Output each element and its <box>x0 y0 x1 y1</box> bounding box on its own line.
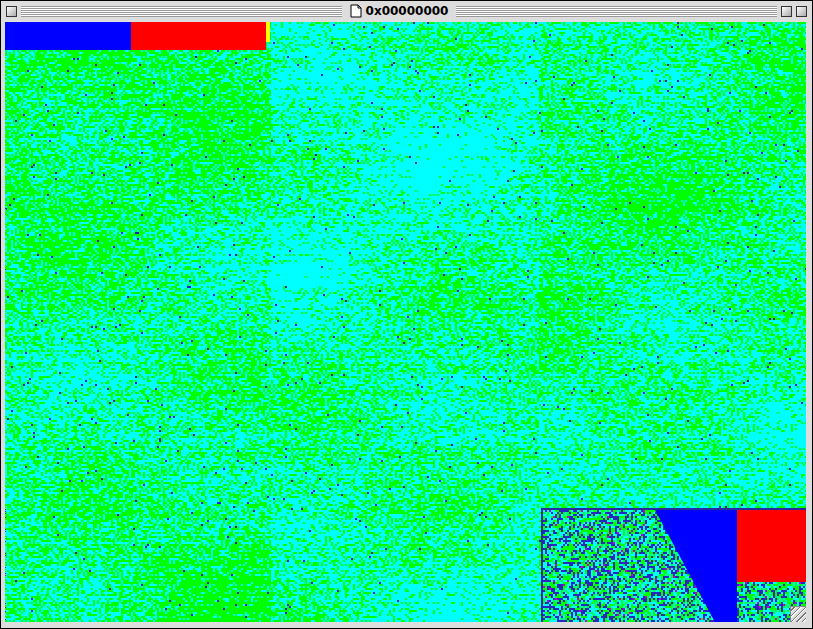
memory-block <box>737 510 806 582</box>
zoom-box[interactable] <box>781 6 792 17</box>
memory-window: 0x00000000 <box>0 0 813 629</box>
resize-grip-icon[interactable] <box>790 606 806 622</box>
memory-block <box>5 22 131 50</box>
title-bar[interactable]: 0x00000000 <box>1 1 812 21</box>
memory-block <box>131 22 266 50</box>
document-icon <box>350 4 362 18</box>
window-title: 0x00000000 <box>346 4 453 18</box>
close-box[interactable] <box>6 6 17 17</box>
collapse-box[interactable] <box>796 6 807 17</box>
memory-block <box>266 22 270 42</box>
memory-map <box>5 22 806 622</box>
